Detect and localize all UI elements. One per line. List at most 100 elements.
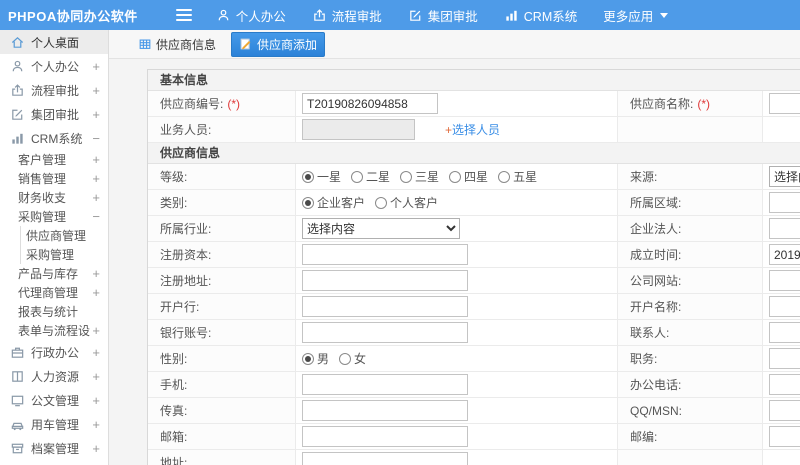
expand-toggle-icon[interactable]: + [90,191,100,204]
fax-input[interactable] [302,400,468,421]
expand-toggle-icon[interactable]: + [90,442,100,455]
sidebar-item-label: 表单与流程设置 [18,324,91,338]
sidebar-item-personal-desktop[interactable]: 个人桌面 [0,30,108,54]
sidebar-item-purchase-mgmt[interactable]: 采购管理 − [0,207,108,226]
zip-code-field-cell [763,424,800,449]
field-label-text: 邮编: [630,430,658,444]
supplier-name-input[interactable] [769,93,800,114]
expand-toggle-icon[interactable]: + [90,286,100,299]
expand-toggle-icon[interactable]: + [90,60,100,73]
chart-icon [10,131,25,146]
founded-date-label: 成立时间: [618,242,763,267]
sidebar-item-archive-mgmt[interactable]: 档案管理 + [0,436,108,460]
job-title-input[interactable] [769,348,800,369]
industry-field-cell: 选择内容 [296,216,618,241]
menu-toggle-icon[interactable] [175,9,192,21]
category-radio-1[interactable]: 个人客户 [375,194,438,211]
sidebar-item-label: 集团审批 [31,107,80,122]
zip-code-input[interactable] [769,426,800,447]
legal-person-input[interactable] [769,218,800,239]
expand-toggle-icon[interactable]: + [90,394,100,407]
industry-select[interactable]: 选择内容 [302,218,460,239]
bank-account-input[interactable] [302,322,468,343]
sidebar-item-group-approval[interactable]: 集团审批 + [0,102,108,126]
form-row: 邮箱: 邮编: [148,424,800,450]
section-header: 基本信息 [148,70,800,91]
select-person-link[interactable]: +选择人员 [445,121,500,138]
field-label-text: 类别: [160,196,188,210]
sidebar-item-human-resources[interactable]: 人力资源 + [0,364,108,388]
sidebar-item-customer-mgmt[interactable]: 客户管理 + [0,150,108,169]
office-phone-label: 办公电话: [618,372,763,397]
level-radio-2[interactable]: 三星 [400,168,439,185]
level-radio-4[interactable]: 五星 [498,168,537,185]
expand-toggle-icon[interactable]: + [90,108,100,121]
expand-toggle-icon[interactable]: + [90,267,100,280]
account-name-input[interactable] [769,296,800,317]
nav-more-apps[interactable]: 更多应用 [603,6,669,25]
sidebar-item-sales-mgmt[interactable]: 销售管理 + [0,169,108,188]
zip-code-label: 邮编: [618,424,763,449]
tab-supplier-add[interactable]: 供应商添加 [231,31,326,57]
sidebar-item-workflow-approval[interactable]: 流程审批 + [0,78,108,102]
address-input[interactable] [302,452,468,465]
sidebar-item-vehicle-mgmt[interactable]: 用车管理 + [0,412,108,436]
sales-person-field-cell: +选择人员 [296,117,618,142]
level-radio-1[interactable]: 二星 [351,168,390,185]
expand-toggle-icon[interactable]: − [90,132,100,145]
expand-toggle-icon[interactable]: + [90,172,100,185]
bank-account-label: 银行账号: [148,320,296,345]
email-input[interactable] [302,426,468,447]
sidebar-item-admin-office[interactable]: 行政办公 + [0,340,108,364]
level-radio-3[interactable]: 四星 [449,168,488,185]
expand-toggle-icon[interactable]: + [90,370,100,383]
sidebar-item-reports-stats[interactable]: 报表与统计 [0,302,108,321]
registered-capital-input[interactable] [302,244,468,265]
nav-personal-office[interactable]: 个人办公 [216,6,286,25]
expand-toggle-icon[interactable]: + [90,418,100,431]
office-phone-input[interactable] [769,374,800,395]
expand-toggle-icon[interactable]: + [90,324,100,337]
registered-address-input[interactable] [302,270,468,291]
fax-label: 传真: [148,398,296,423]
nav-workflow-approval[interactable]: 流程审批 [312,6,382,25]
company-website-input[interactable] [769,270,800,291]
radio-icon [449,170,462,183]
radio-label: 二星 [366,170,391,184]
nav-group-approval[interactable]: 集团审批 [408,6,478,25]
gender-radio-1[interactable]: 女 [339,350,366,367]
expand-toggle-icon[interactable]: − [90,210,100,223]
email-label: 邮箱: [148,424,296,449]
radio-label: 五星 [513,170,538,184]
mobile-input[interactable] [302,374,468,395]
bank-input[interactable] [302,296,468,317]
category-radio-0[interactable]: 企业客户 [302,194,365,211]
founded-date-input[interactable] [769,244,800,265]
qq-msn-input[interactable] [769,400,800,421]
source-select[interactable]: 选择内容 [769,166,800,187]
sidebar-item-purchase-mgmt-sub[interactable]: 采购管理 [0,245,108,264]
sidebar: 个人桌面 个人办公 + 流程审批 + 集团审批 + CRM系统 − 客户管理 + 销售管理 + 财务收支 +… [0,30,109,465]
supplier-no-input[interactable] [302,93,438,114]
sidebar-item-form-workflow-settings[interactable]: 表单与流程设置+ [0,321,108,340]
sidebar-item-finance-inout[interactable]: 财务收支 + [0,188,108,207]
sidebar-item-supplier-mgmt[interactable]: 供应商管理 [0,226,108,245]
expand-toggle-icon[interactable]: + [90,84,100,97]
sidebar-item-crm-system[interactable]: CRM系统 − [0,126,108,150]
gender-radio-0[interactable]: 男 [302,350,329,367]
field-label-text: 邮箱: [160,430,188,444]
category-field-cell: 企业客户 个人客户 [296,190,618,215]
sidebar-item-personal-office[interactable]: 个人办公 + [0,54,108,78]
nav-crm-system[interactable]: CRM系统 [504,6,577,25]
expand-toggle-icon[interactable]: + [90,346,100,359]
sidebar-item-document-mgmt[interactable]: 公文管理 + [0,388,108,412]
region-input[interactable] [769,192,800,213]
sidebar-item-product-inventory[interactable]: 产品与库存 + [0,264,108,283]
expand-toggle-icon[interactable]: + [90,153,100,166]
email-field-cell [296,424,618,449]
tab-supplier-info[interactable]: 供应商信息 [131,33,223,56]
sales-person-input[interactable] [302,119,415,140]
contact-person-input[interactable] [769,322,800,343]
sidebar-item-agent-mgmt[interactable]: 代理商管理 + [0,283,108,302]
level-radio-0[interactable]: 一星 [302,168,341,185]
